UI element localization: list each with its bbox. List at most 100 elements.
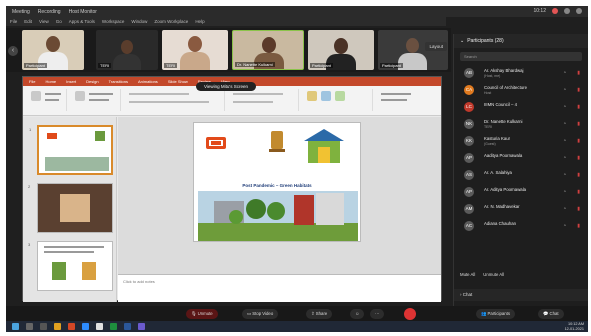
title-item-3[interactable]: Host Monitor <box>69 9 97 15</box>
window-button-icon-2[interactable] <box>576 8 582 14</box>
title-item-2[interactable]: Recording <box>38 9 61 15</box>
video-tile-4[interactable]: Dr. Nanette Kulkarni <box>232 30 304 70</box>
mic-icon[interactable]: ◔ <box>563 223 566 229</box>
video-off-icon[interactable]: ▮ <box>577 87 580 93</box>
mic-icon[interactable]: ◔ <box>563 155 566 161</box>
taskbar-clock[interactable]: 10:12 AM 12-01-2021 <box>565 322 584 331</box>
paste-icon[interactable] <box>31 91 41 101</box>
participants-button[interactable]: 👥 Participants <box>476 309 515 319</box>
unmute-all-button[interactable]: Unmute All <box>483 272 504 277</box>
video-tile-1[interactable]: Participant <box>22 30 84 70</box>
strip-prev-icon[interactable]: ‹ <box>8 46 18 56</box>
mic-icon[interactable]: ◔ <box>563 138 566 144</box>
menu-help[interactable]: Help <box>195 19 204 24</box>
participant-row[interactable]: KK Kasturia Kaur (Guest) ◔ ▮ <box>454 133 588 150</box>
file-explorer-icon[interactable] <box>54 323 61 330</box>
video-off-icon[interactable]: ▮ <box>577 70 580 76</box>
chevron-down-icon[interactable]: ⌄ <box>460 38 464 44</box>
app-icon[interactable] <box>138 323 145 330</box>
new-slide-icon[interactable] <box>75 91 85 101</box>
quick-styles-icon[interactable] <box>335 91 345 101</box>
ppt-tab[interactable]: Animations <box>138 79 158 84</box>
chrome-icon[interactable] <box>96 323 103 330</box>
sharing-banner[interactable]: Viewing Mitu's Screen <box>196 82 257 91</box>
reactions-button[interactable]: ☺ <box>350 309 365 319</box>
window-button-icon[interactable] <box>564 8 570 14</box>
start-icon[interactable] <box>12 323 19 330</box>
more-button[interactable]: ⋯ <box>370 309 385 319</box>
video-off-icon[interactable]: ▮ <box>577 223 580 229</box>
menu-go[interactable]: Go <box>56 19 62 24</box>
ribbon-line <box>381 99 407 101</box>
mic-icon[interactable]: ◔ <box>563 189 566 195</box>
chat-header[interactable]: › Chat <box>454 289 588 301</box>
participant-row[interactable]: AC Adiana Chauhan ◔ ▮ <box>454 218 588 235</box>
video-off-icon[interactable]: ▮ <box>577 172 580 178</box>
search-icon[interactable] <box>26 323 33 330</box>
mic-icon[interactable]: ◔ <box>563 104 566 110</box>
thumb-number: 2 <box>28 184 31 189</box>
slide-thumb-2[interactable]: 2 <box>28 183 113 233</box>
menu-view[interactable]: View <box>39 19 49 24</box>
mic-icon[interactable]: ◔ <box>563 121 566 127</box>
share-button[interactable]: ⇪ Share <box>306 309 333 319</box>
participants-footer: Mute All Unmute All <box>460 272 504 277</box>
mic-icon[interactable]: ◔ <box>563 206 566 212</box>
excel-icon[interactable] <box>110 323 117 330</box>
menu-zoom[interactable]: Zoom Workplace <box>154 19 188 24</box>
unmute-button[interactable]: 🎙 Unmute <box>186 309 218 319</box>
video-off-icon[interactable]: ▮ <box>577 189 580 195</box>
menu-workspace[interactable]: Workspace <box>102 19 124 24</box>
video-tile-2[interactable]: TERI <box>96 30 158 70</box>
video-off-icon[interactable]: ▮ <box>577 155 580 161</box>
current-slide[interactable]: Post Pandemic – Green Habitats <box>193 122 361 242</box>
video-off-icon[interactable]: ▮ <box>577 206 580 212</box>
menu-edit[interactable]: Edit <box>24 19 32 24</box>
ppt-tab[interactable]: Design <box>86 79 98 84</box>
arrange-icon[interactable] <box>321 91 331 101</box>
leave-button[interactable] <box>404 308 416 320</box>
participants-header[interactable]: ⌄ Participants (28) <box>454 34 588 48</box>
slide-thumb-1[interactable]: 1 <box>29 125 113 175</box>
ppt-tab[interactable]: Transitions <box>109 79 128 84</box>
title-item-1[interactable]: Meeting <box>12 9 30 15</box>
powerpoint-icon[interactable] <box>68 323 75 330</box>
person-head <box>334 38 348 54</box>
participant-row[interactable]: NK Dr. Nanette Kulkarni TERI ◔ ▮ <box>454 116 588 133</box>
shapes-icon[interactable] <box>307 91 317 101</box>
ppt-tab[interactable]: File <box>29 79 35 84</box>
video-tile-5[interactable]: Participant <box>308 30 374 70</box>
participant-row[interactable]: AP Aaditya Poornawala ◔ ▮ <box>454 150 588 167</box>
participant-row[interactable]: AM Ar. N. Madhavekar ◔ ▮ <box>454 201 588 218</box>
mic-icon[interactable]: ◔ <box>563 70 566 76</box>
zoom-icon[interactable] <box>82 323 89 330</box>
slide-thumb-3[interactable]: 3 <box>28 241 113 291</box>
ppt-tab[interactable]: Home <box>45 79 56 84</box>
word-icon[interactable] <box>124 323 131 330</box>
mute-all-button[interactable]: Mute All <box>460 272 475 277</box>
chat-button[interactable]: 💬 Chat <box>538 309 564 319</box>
menu-file[interactable]: File <box>10 19 17 24</box>
menu-window[interactable]: Window <box>131 19 147 24</box>
participant-row[interactable]: CA Council of Architecture Host ◔ ▮ <box>454 82 588 99</box>
participant-row[interactable]: AP Ar. Aditya Poornawala ◔ ▮ <box>454 184 588 201</box>
video-off-icon[interactable]: ▮ <box>577 138 580 144</box>
participant-row[interactable]: LC IIIMN Council – 4 ◔ ▮ <box>454 99 588 116</box>
video-tile-3[interactable]: TERI <box>162 30 228 70</box>
menu-apps[interactable]: Apps & Tools <box>69 19 95 24</box>
ppt-tab[interactable]: Slide Show <box>168 79 188 84</box>
layout-button[interactable]: Layout <box>425 42 447 51</box>
participant-search-input[interactable]: Search <box>460 52 582 61</box>
chevron-right-icon[interactable]: › <box>460 292 462 297</box>
participant-row[interactable]: AB Ar. Akshay Bhardwaj (Host, me) ◔ ▮ <box>454 65 588 82</box>
stop-video-button[interactable]: ▭ Stop Video <box>242 309 279 319</box>
participant-row[interactable]: AS Ar. A. Salahiya ◔ ▮ <box>454 167 588 184</box>
video-off-icon[interactable]: ▮ <box>577 104 580 110</box>
mic-icon[interactable]: ◔ <box>563 87 566 93</box>
mic-icon[interactable]: ◔ <box>563 172 566 178</box>
video-off-icon[interactable]: ▮ <box>577 121 580 127</box>
task-view-icon[interactable] <box>40 323 47 330</box>
tile-name: Participant <box>310 63 333 68</box>
ppt-tab[interactable]: Insert <box>66 79 76 84</box>
notes-pane[interactable]: Click to add notes <box>118 274 441 302</box>
